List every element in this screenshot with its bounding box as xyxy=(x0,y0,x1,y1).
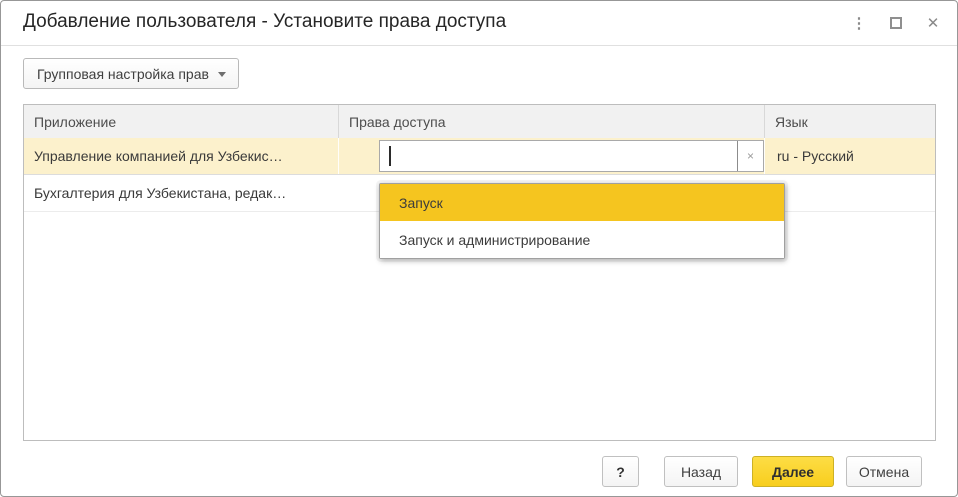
table-header: Приложение Права доступа Язык xyxy=(24,105,935,138)
column-header-application: Приложение xyxy=(24,105,339,138)
more-icon: ⋮ xyxy=(852,14,867,32)
access-rights-editor: × xyxy=(379,140,764,172)
application-cell[interactable]: Управление компанией для Узбекис… xyxy=(24,138,339,174)
access-rights-input[interactable] xyxy=(380,141,737,171)
language-cell[interactable] xyxy=(765,175,935,211)
titlebar-divider xyxy=(1,45,957,46)
column-header-access-rights: Права доступа xyxy=(339,105,765,138)
dropdown-option-launch-and-admin[interactable]: Запуск и администрирование xyxy=(380,221,784,258)
clear-button[interactable]: × xyxy=(738,141,763,171)
column-header-language: Язык xyxy=(765,105,935,138)
maximize-icon xyxy=(890,17,902,29)
table-row[interactable]: Управление компанией для Узбекис… × ru -… xyxy=(24,138,935,175)
back-button[interactable]: Назад xyxy=(664,456,738,487)
add-user-dialog: Добавление пользователя - Установите пра… xyxy=(0,0,958,497)
title-bar: Добавление пользователя - Установите пра… xyxy=(1,1,957,45)
dropdown-option-launch[interactable]: Запуск xyxy=(380,184,784,221)
help-button[interactable]: ? xyxy=(602,456,639,487)
chevron-down-icon xyxy=(218,72,226,77)
page-title: Добавление пользователя - Установите пра… xyxy=(23,11,506,33)
access-rights-cell[interactable]: × xyxy=(339,138,765,174)
close-button[interactable]: ✕ xyxy=(925,13,941,33)
group-rights-setup-label: Групповая настройка прав xyxy=(37,66,209,82)
clear-icon: × xyxy=(747,149,754,163)
more-button[interactable]: ⋮ xyxy=(851,13,867,33)
window-controls: ⋮ ✕ xyxy=(851,1,941,45)
close-icon: ✕ xyxy=(927,14,940,32)
language-cell[interactable]: ru - Русский xyxy=(765,138,935,174)
access-rights-input-wrap xyxy=(380,141,738,171)
applications-table: Приложение Права доступа Язык Управление… xyxy=(23,104,936,441)
next-button[interactable]: Далее xyxy=(752,456,834,487)
text-caret xyxy=(389,146,391,166)
application-cell[interactable]: Бухгалтерия для Узбекистана, редак… xyxy=(24,175,339,211)
cancel-button[interactable]: Отмена xyxy=(846,456,922,487)
group-rights-setup-button[interactable]: Групповая настройка прав xyxy=(23,58,239,89)
maximize-button[interactable] xyxy=(888,13,904,33)
access-rights-dropdown: Запуск Запуск и администрирование xyxy=(379,183,785,259)
